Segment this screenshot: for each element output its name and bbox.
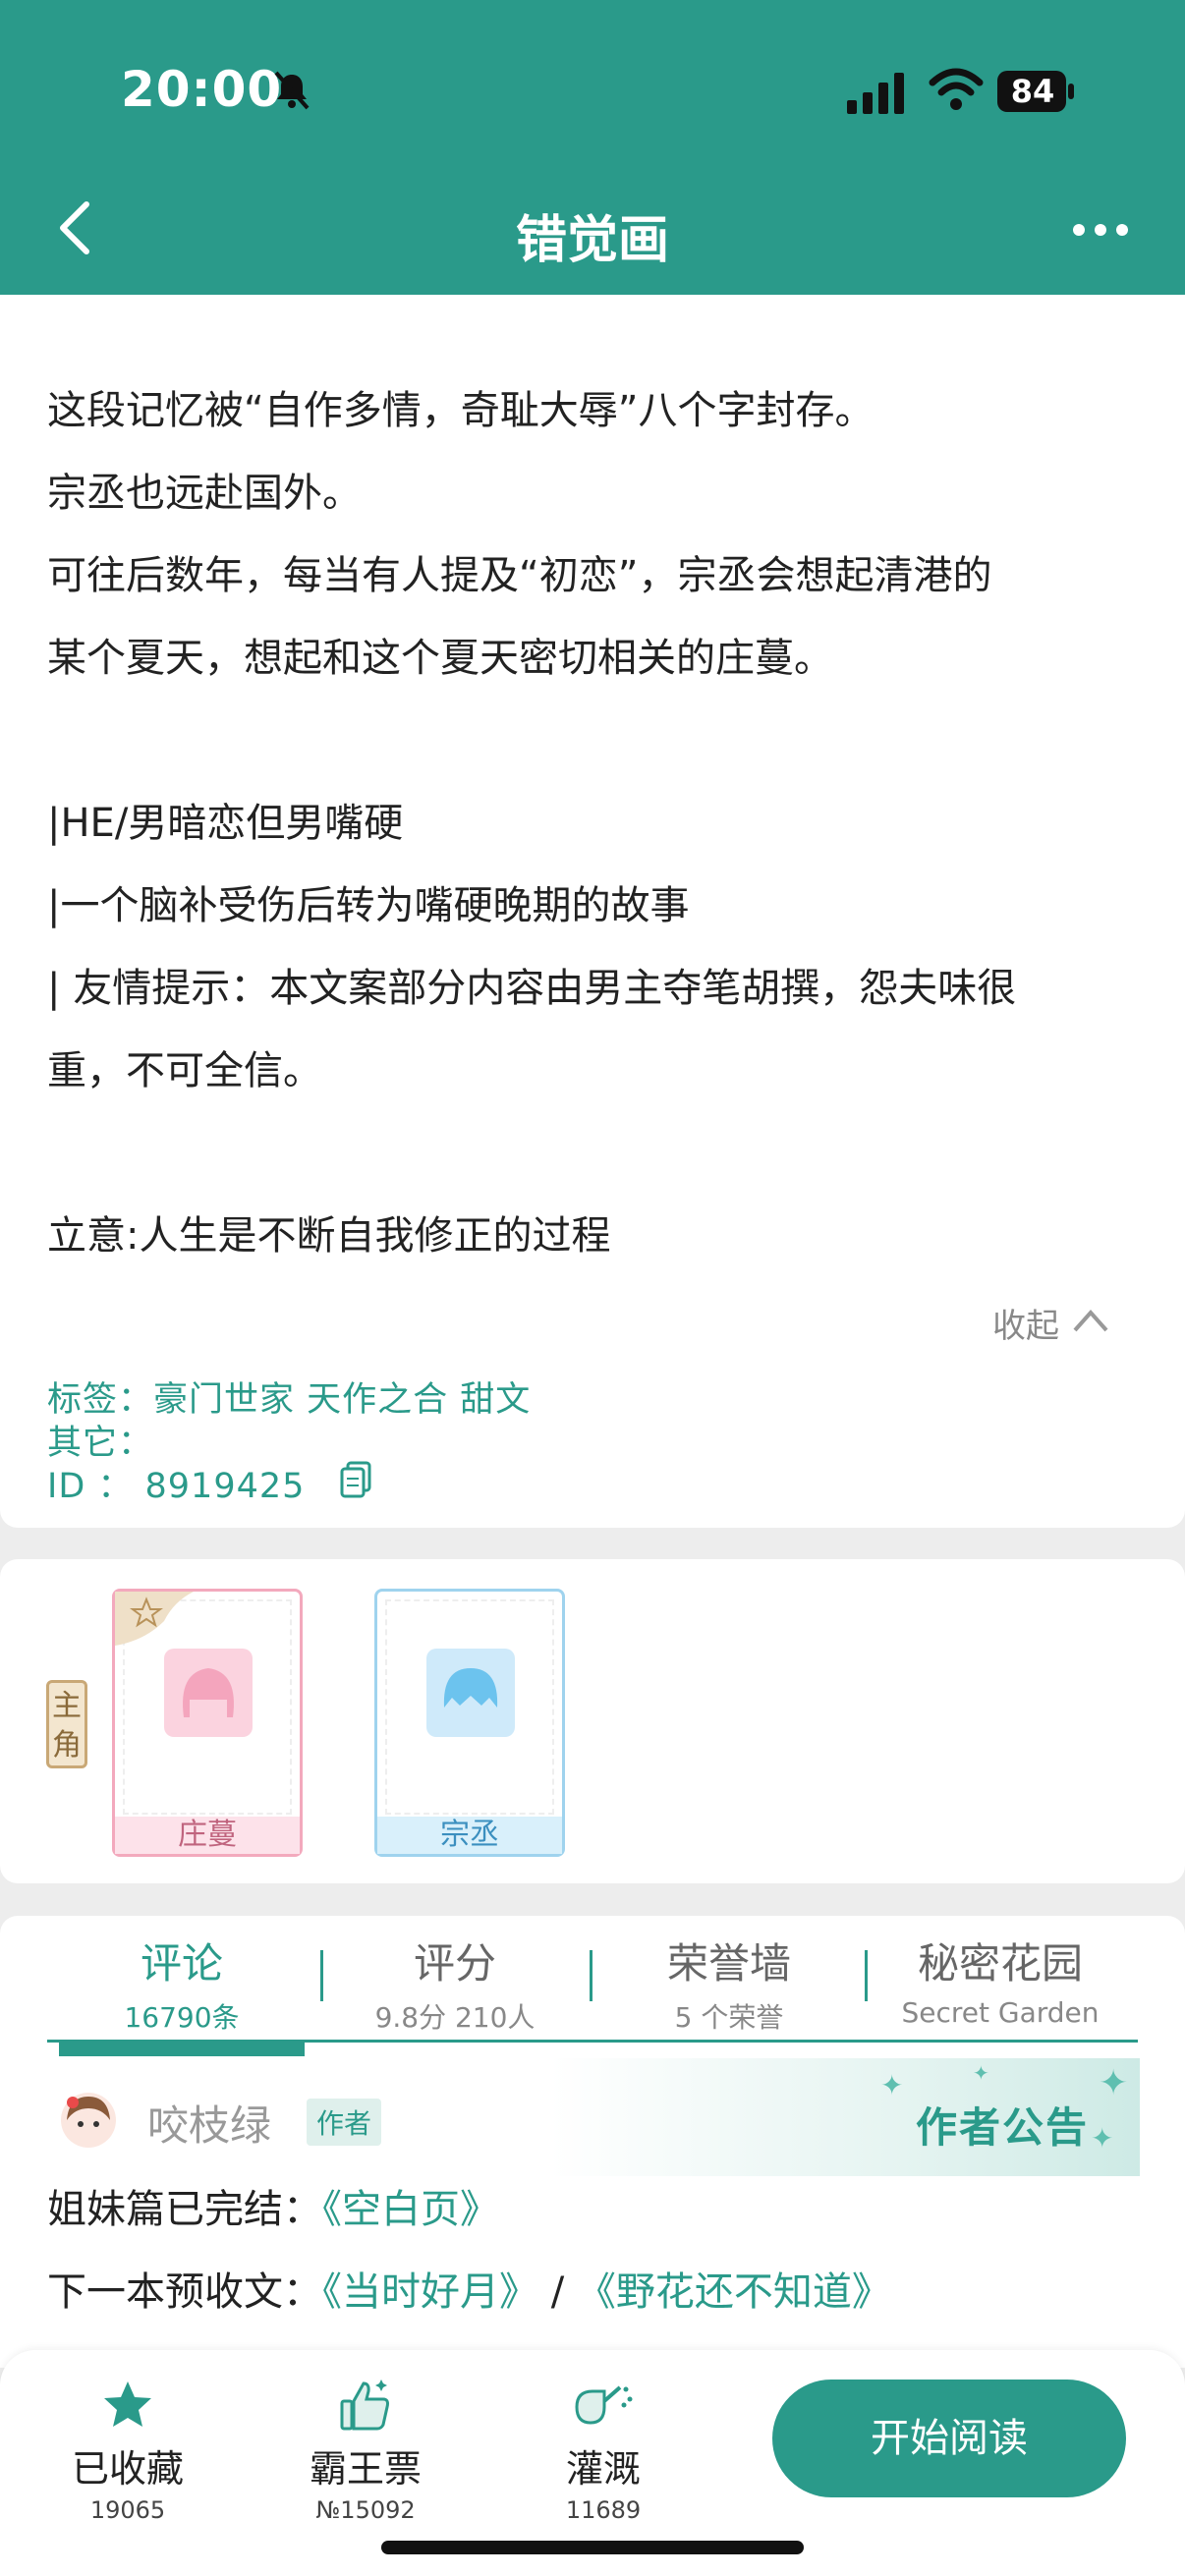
battery-level: 84 <box>1010 73 1055 110</box>
intro-line: 可往后数年，每当有人提及“初恋”，宗丞会想起清港的 <box>47 553 992 598</box>
tab-honor-wall[interactable]: 荣誉墙 5 个荣誉 <box>606 1931 852 2036</box>
page-title: 错觉画 <box>515 211 669 270</box>
bell-muted-icon <box>274 71 310 110</box>
star-badge-icon <box>115 1592 194 1646</box>
character-card[interactable]: 庄蔓 <box>112 1589 303 1857</box>
author-name[interactable]: 咬枝绿 <box>147 2093 271 2153</box>
avatar <box>426 1649 515 1737</box>
app-header: 20:00 84 错觉画 <box>0 0 1185 295</box>
irrigate-button[interactable]: 灌溉 11689 <box>505 2378 702 2524</box>
intro-line: |HE/男暗恋但男嘴硬 <box>47 801 404 846</box>
sparkle-icon: ✦ <box>973 2061 989 2085</box>
preorder-link[interactable]: 《当时好月》 <box>322 2269 538 2315</box>
intro-line: 某个夏天，想起和这个夏天密切相关的庄蔓。 <box>47 636 833 681</box>
overlord-ticket-button[interactable]: 霸王票 №15092 <box>267 2378 464 2524</box>
tab-rating[interactable]: 评分 9.8分 210人 <box>332 1931 578 2036</box>
sparkle-icon: ✦ <box>880 2069 904 2101</box>
intro-line: 立意:人生是不断自我修正的过程 <box>47 1213 611 1259</box>
notice-title: 作者公告 <box>916 2103 1090 2152</box>
role-tag: 主角 <box>46 1680 87 1768</box>
avatar <box>164 1649 253 1737</box>
tab-divider <box>865 1950 868 2001</box>
wifi-icon <box>929 68 984 110</box>
collapse-button[interactable]: 收起 <box>992 1299 1059 1347</box>
character-card[interactable]: 宗丞 <box>374 1589 565 1857</box>
tab-divider <box>320 1950 323 2001</box>
intro-line: |一个脑补受伤后转为嘴硬晚期的故事 <box>47 883 690 928</box>
watering-icon <box>575 2385 633 2425</box>
home-indicator <box>381 2541 804 2554</box>
preorder-link[interactable]: 《野花还不知道》 <box>577 2269 891 2315</box>
intro-line: 这段记忆被“自作多情，奇耻大辱”八个字封存。 <box>47 388 875 433</box>
signal-icon <box>847 73 904 114</box>
tab-secret-garden[interactable]: 秘密花园 Secret Garden <box>877 1931 1123 2029</box>
character-name: 宗丞 <box>377 1817 562 1854</box>
star-icon <box>104 2381 151 2427</box>
chevron-up-icon[interactable] <box>1071 1307 1110 1334</box>
status-time: 20:00 <box>121 61 283 118</box>
more-icon[interactable] <box>1071 218 1130 242</box>
intro-line: 宗丞也远赴国外。 <box>47 471 362 516</box>
book-id: ID ： 8919425 <box>47 1467 306 1506</box>
author-badge: 作者 <box>307 2099 382 2146</box>
intro-line: | 友情提示：本文案部分内容由男主夺笔胡撰，怨夫味很 <box>47 966 1017 1011</box>
intro-line: 重，不可全信。 <box>47 1048 322 1093</box>
favorite-button[interactable]: 已收藏 19065 <box>29 2378 226 2524</box>
tab-active-indicator <box>59 2043 305 2056</box>
copy-icon[interactable] <box>340 1461 373 1498</box>
thumbs-up-icon <box>340 2380 389 2431</box>
character-name: 庄蔓 <box>115 1817 300 1854</box>
author-avatar[interactable] <box>59 2091 118 2150</box>
tab-comments[interactable]: 评论 16790条 <box>59 1931 305 2036</box>
preorder-line: 下一本预收文：《当时好月》 / 《野花还不知道》 <box>47 2269 891 2315</box>
sister-book-line: 姐妹篇已完结：《空白页》 <box>47 2187 499 2232</box>
sparkle-icon: ✦ <box>1099 2063 1129 2103</box>
sister-book-link[interactable]: 《空白页》 <box>322 2187 499 2232</box>
tab-divider <box>590 1950 592 2001</box>
start-reading-button[interactable]: 开始阅读 <box>772 2380 1126 2497</box>
sparkle-icon: ✦ <box>1091 2122 1114 2155</box>
